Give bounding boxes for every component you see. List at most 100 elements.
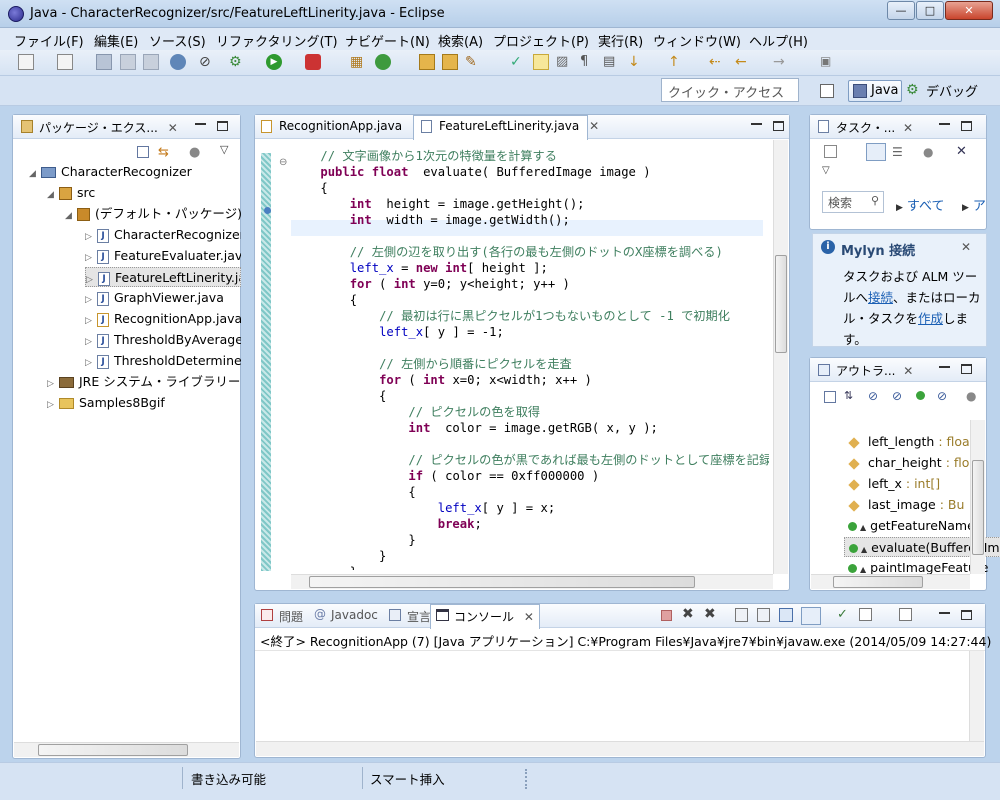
filter-all-link[interactable]: ▶ すべて	[896, 195, 945, 214]
code-line[interactable]: }	[291, 548, 386, 564]
horizontal-scrollbar[interactable]	[256, 741, 984, 756]
code-line[interactable]: {	[291, 388, 386, 404]
hide-static-icon[interactable]: ⊘	[892, 389, 902, 403]
new-task-icon[interactable]	[824, 145, 837, 158]
scroll-thumb[interactable]	[309, 576, 695, 588]
hide-completed-icon[interactable]: ✕	[956, 144, 967, 159]
maximize-icon[interactable]	[961, 610, 972, 620]
code-line[interactable]: for ( int x=0; x<width; x++ )	[291, 372, 592, 388]
perspective-java-button[interactable]: Java	[848, 80, 902, 102]
chevron-down-icon[interactable]: ▽	[822, 165, 830, 176]
create-link[interactable]: 作成	[918, 311, 943, 326]
code-line[interactable]: int width = image.getWidth();	[291, 212, 570, 228]
vertical-scrollbar[interactable]	[969, 651, 984, 741]
outline-field[interactable]: left_x : int[]	[848, 474, 940, 494]
save-icon[interactable]	[96, 54, 112, 70]
outline-field[interactable]: last_image : Bu	[848, 495, 964, 515]
maximize-icon[interactable]	[961, 364, 972, 374]
menu-source[interactable]: ソース(S)	[149, 31, 206, 50]
tree-item-file[interactable]: ▷ J GraphViewer.java	[85, 288, 241, 308]
sort-icon[interactable]: ⇅	[844, 389, 853, 402]
hide-local-types-icon[interactable]: ⊘	[937, 389, 947, 403]
outline-method[interactable]: ▲ getFeatureName()	[848, 516, 985, 536]
code-line[interactable]: left_x[ y ] = -1;	[291, 324, 504, 340]
open-perspective-icon[interactable]	[820, 84, 834, 98]
print-icon[interactable]	[143, 54, 159, 70]
horizontal-scrollbar[interactable]	[811, 574, 970, 589]
code-line[interactable]: if ( color == 0xff000000 )	[291, 468, 599, 484]
tab-javadoc[interactable]: @ Javadoc	[311, 607, 378, 622]
close-icon[interactable]: ✕	[903, 121, 913, 135]
gear-icon[interactable]	[170, 54, 186, 70]
previous-annotation-icon[interactable]: ↑	[668, 54, 684, 70]
scroll-thumb[interactable]	[775, 255, 787, 353]
maximize-button[interactable]: □	[916, 1, 944, 20]
menu-run[interactable]: 実行(R)	[598, 31, 643, 50]
minimize-icon[interactable]	[751, 121, 762, 125]
task-search-input[interactable]: 検索 ⚲	[822, 191, 884, 213]
minimize-icon[interactable]	[939, 121, 950, 125]
run-icon[interactable]: ▶	[266, 54, 282, 70]
scroll-thumb[interactable]	[38, 744, 188, 756]
code-line[interactable]: {	[291, 180, 327, 196]
next-annotation-icon[interactable]: ↓	[628, 54, 644, 70]
scroll-thumb[interactable]	[972, 460, 984, 555]
show-stderr-icon[interactable]	[801, 607, 821, 625]
code-line[interactable]: public float evaluate( BufferedImage ima…	[291, 164, 650, 180]
fold-icon[interactable]: ⊖	[279, 157, 287, 168]
hide-fields-icon[interactable]: ⊘	[868, 389, 878, 403]
external-tools-icon[interactable]	[305, 54, 321, 70]
code-line[interactable]: left_x = new int[ height ];	[291, 260, 548, 276]
pin-icon[interactable]: ▣	[820, 54, 836, 70]
code-line[interactable]: int height = image.getHeight();	[291, 196, 585, 212]
quick-access-input[interactable]: クイック・アクセス	[661, 78, 799, 102]
outline-field[interactable]: left_length : float	[848, 432, 975, 452]
menu-window[interactable]: ウィンドウ(W)	[653, 31, 741, 50]
code-line[interactable]: int color = image.getRGB( x, y );	[291, 420, 657, 436]
code-line[interactable]: // ピクセルの色が黒であれば最も左側のドットとして座標を記録	[291, 452, 769, 468]
tree-item-file[interactable]: ▷JThresholdByAverage.java	[85, 330, 241, 350]
forward-icon[interactable]: →	[773, 54, 789, 70]
save-all-icon[interactable]	[120, 54, 136, 70]
code-line[interactable]: {	[291, 292, 357, 308]
block-selection-icon[interactable]: ▨	[556, 54, 572, 70]
tree-item-file[interactable]: ▷JCharacterRecognizer.java	[85, 225, 241, 245]
new-java-project-icon[interactable]: ▦	[350, 54, 366, 70]
collapse-all-icon[interactable]	[137, 146, 149, 158]
new-icon[interactable]	[18, 54, 34, 70]
connect-link[interactable]: 接続	[868, 290, 893, 305]
highlight-icon[interactable]	[533, 54, 549, 70]
minimize-button[interactable]: —	[887, 1, 915, 20]
code-line[interactable]: for ( int y=0; y<height; y++ )	[291, 276, 570, 292]
hide-nonpublic-icon[interactable]	[916, 391, 925, 400]
toggle-mark-icon[interactable]: ✓	[510, 54, 526, 70]
tree-item-src[interactable]: ◢ src	[47, 183, 95, 203]
tab-task-list[interactable]: タスク・... ✕	[816, 119, 913, 136]
back-icon[interactable]: ←	[735, 54, 751, 70]
menu-search[interactable]: 検索(A)	[438, 31, 483, 50]
close-icon[interactable]: ✕	[524, 610, 534, 624]
close-button[interactable]: ✕	[945, 1, 993, 20]
menu-refactor[interactable]: リファクタリング(T)	[216, 31, 338, 50]
tree-item-file[interactable]: ▷ J FeatureEvaluater.java	[85, 246, 241, 266]
tree-item-file[interactable]: ▷ J RecognitionApp.java	[85, 309, 241, 329]
remove-all-icon[interactable]: ✖	[704, 606, 716, 622]
open-type-icon[interactable]	[419, 54, 435, 70]
menu-navigate[interactable]: ナビゲート(N)	[345, 31, 430, 50]
tab-outline[interactable]: アウトラ... ✕	[816, 362, 913, 379]
link-editor-icon[interactable]: ⇆	[158, 145, 169, 160]
scroll-thumb[interactable]	[833, 576, 923, 588]
code-line[interactable]: }	[291, 532, 415, 548]
close-icon[interactable]: ✕	[589, 119, 599, 133]
new-class-icon[interactable]	[375, 54, 391, 70]
code-line[interactable]: // 左側の辺を取り出す(各行の最も左側のドットのX座標を調べる)	[291, 244, 723, 260]
horizontal-scrollbar[interactable]	[291, 574, 773, 589]
pin-console-icon[interactable]: ✓	[837, 607, 848, 622]
code-line[interactable]: break;	[291, 516, 482, 532]
tab-declaration[interactable]: 宣言	[387, 608, 431, 625]
open-resource-icon[interactable]	[442, 54, 458, 70]
tree-item-file[interactable]: ▷JThresholdDetermine.java	[85, 351, 241, 371]
maximize-icon[interactable]	[961, 121, 972, 131]
menu-file[interactable]: ファイル(F)	[14, 31, 84, 50]
code-line[interactable]: // 最初は行に黒ピクセルが1つもないものとして -1 で初期化	[291, 308, 730, 324]
